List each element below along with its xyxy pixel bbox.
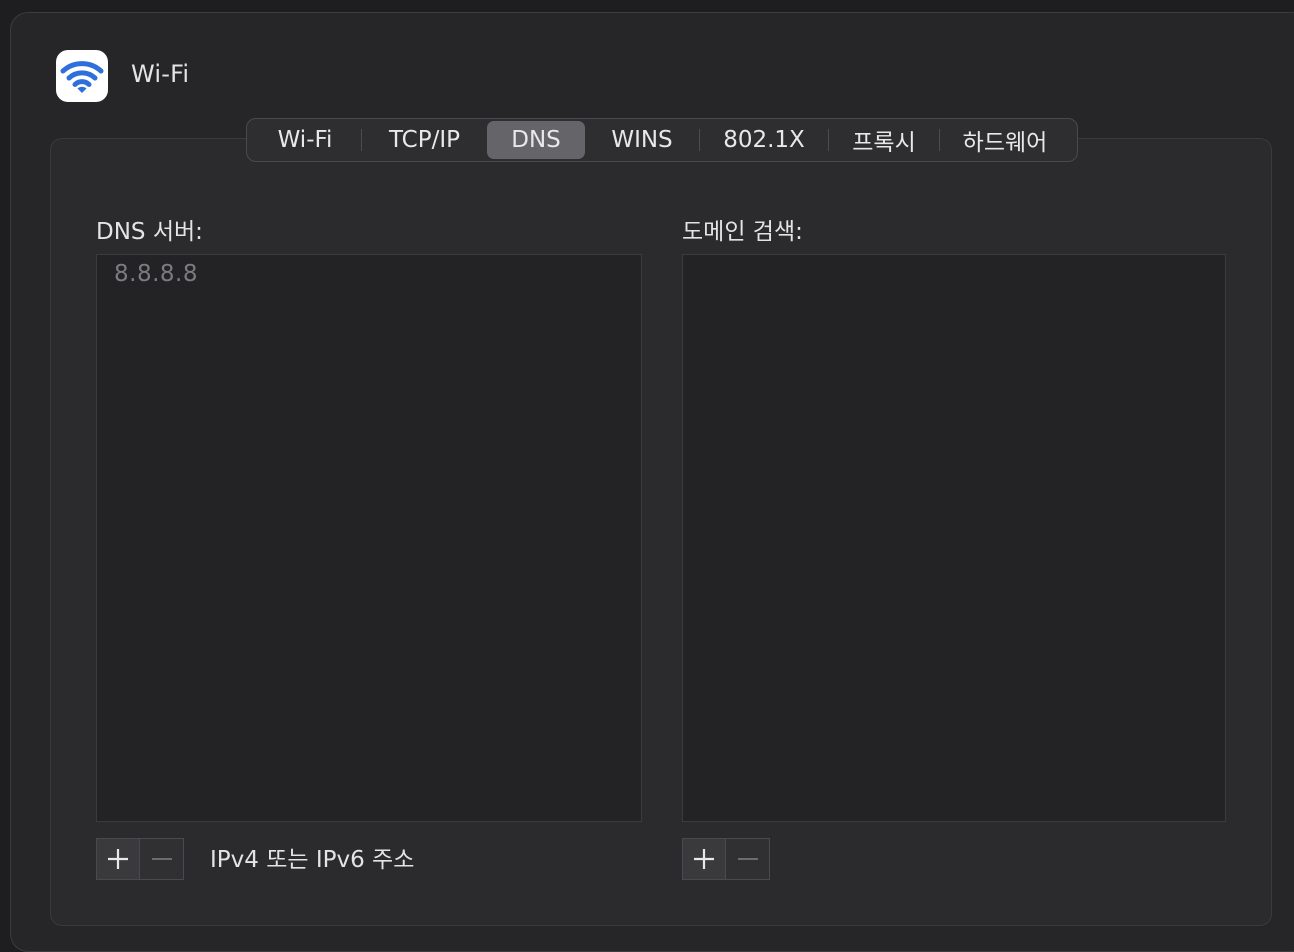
- tab-wifi[interactable]: Wi-Fi: [249, 121, 361, 159]
- dns-servers-label: DNS 서버:: [96, 219, 203, 245]
- remove-dns-server-button[interactable]: [140, 838, 184, 880]
- window-title: Wi-Fi: [131, 60, 190, 88]
- tab-dns[interactable]: DNS: [487, 121, 585, 159]
- dns-address-hint: IPv4 또는 IPv6 주소: [210, 847, 415, 873]
- plus-icon: [694, 849, 714, 869]
- wifi-app-icon: [56, 50, 108, 102]
- search-domains-label: 도메인 검색:: [682, 219, 803, 245]
- tab-bar: Wi-Fi TCP/IP DNS WINS 802.1X 프록시 하드웨어: [246, 118, 1078, 162]
- dns-server-buttons: [96, 838, 184, 880]
- add-dns-server-button[interactable]: [96, 838, 140, 880]
- tab-hardware[interactable]: 하드웨어: [940, 121, 1070, 159]
- search-domain-buttons: [682, 838, 770, 880]
- dns-servers-list[interactable]: 8.8.8.8: [96, 254, 642, 822]
- tab-tcpip[interactable]: TCP/IP: [362, 121, 487, 159]
- plus-icon: [108, 849, 128, 869]
- tab-proxy[interactable]: 프록시: [829, 121, 939, 159]
- minus-icon: [737, 858, 758, 860]
- remove-search-domain-button[interactable]: [726, 838, 770, 880]
- wifi-icon: [60, 61, 104, 93]
- add-search-domain-button[interactable]: [682, 838, 726, 880]
- dns-server-entry[interactable]: 8.8.8.8: [114, 261, 198, 287]
- tab-8021x[interactable]: 802.1X: [700, 121, 828, 159]
- tab-wins[interactable]: WINS: [585, 121, 699, 159]
- minus-icon: [151, 858, 172, 860]
- search-domains-list[interactable]: [682, 254, 1226, 822]
